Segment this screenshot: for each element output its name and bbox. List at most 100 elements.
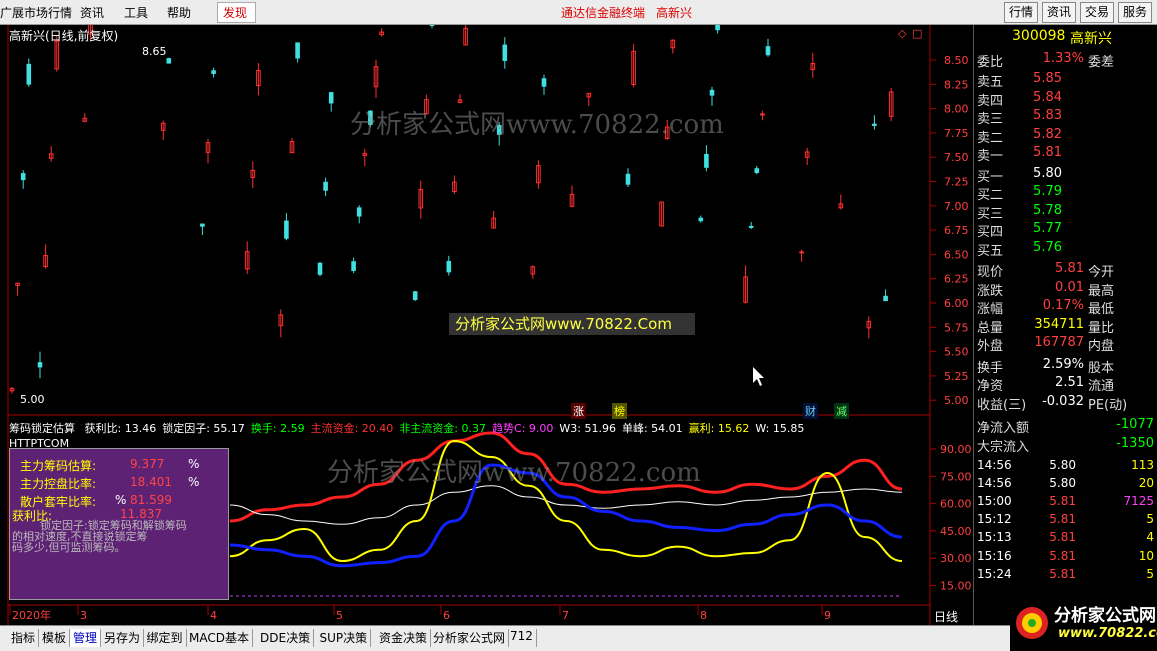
price-tick-label: 8.00 <box>944 103 969 116</box>
price-tick-label: 6.00 <box>944 297 969 310</box>
candle-body <box>625 173 631 185</box>
ask-price[interactable]: 5.84 <box>1006 90 1062 105</box>
stat-value: 2.59% <box>1042 356 1084 372</box>
watermark-bottom: 分析家公式网www.70822.com <box>327 458 701 488</box>
weibi-value: 1.33% <box>1042 51 1084 66</box>
tick-volume: 4 <box>1146 530 1154 545</box>
bottom-tab[interactable]: MACD基本 <box>186 629 253 647</box>
menu-tools[interactable]: 工具 <box>124 4 148 21</box>
diamond-icon[interactable]: ◇ <box>898 27 907 40</box>
bottom-tab[interactable]: 资金决策 <box>376 629 432 647</box>
tick-volume: 7125 <box>1123 493 1154 508</box>
bottom-tab[interactable]: 另存为 <box>101 629 145 647</box>
bid-price[interactable]: 5.77 <box>1006 221 1062 236</box>
tick-volume: 5 <box>1146 566 1154 581</box>
bid-price[interactable]: 5.80 <box>1006 166 1062 181</box>
chip-estimate-popup: 主力筹码估算: 9.377% 主力控盘比率: 18.401% 散户套牢比率: 81.5… <box>9 448 229 600</box>
netflow-label: 净流入额 <box>977 421 1030 436</box>
popup-value: 18.401 <box>130 475 172 489</box>
menu-discover[interactable]: 发现 <box>223 4 247 21</box>
tag-finance[interactable]: 财 <box>803 403 818 419</box>
logo-emblem-icon <box>1016 607 1048 639</box>
watermark-top: 分析家公式网www.70822.com <box>350 110 724 140</box>
bottom-tab[interactable]: 绑定到 <box>144 629 187 647</box>
popup-value: 9.377 <box>130 457 165 471</box>
candle-body <box>765 46 771 56</box>
bid-label: 买三 <box>977 206 1004 222</box>
indicator-tick-label: 60.00 <box>940 498 972 511</box>
news-button[interactable]: 资讯 <box>1042 2 1076 23</box>
candle-body <box>709 89 715 96</box>
tag-rank[interactable]: 榜 <box>612 403 627 419</box>
bottom-tab[interactable]: SUP决策 <box>317 629 372 647</box>
tick-time: 15:00 <box>977 493 1012 508</box>
ask-price[interactable]: 5.81 <box>1006 145 1062 160</box>
bottom-tab[interactable]: 712 <box>507 629 537 647</box>
popup-note-3: 码多少,但可监测筹码。 <box>12 541 126 554</box>
indicator-tick-label: 45.00 <box>940 525 972 538</box>
bottom-tab[interactable]: 指标 <box>8 629 40 647</box>
trade-button[interactable]: 交易 <box>1080 2 1114 23</box>
price-tick-label: 8.50 <box>944 54 969 67</box>
price-tick-label: 7.25 <box>944 176 969 189</box>
menu-market[interactable]: 广展市场行情 <box>0 4 72 21</box>
tick-price: 5.81 <box>1049 512 1076 527</box>
popup-label: 主力控盘比率: <box>20 477 97 491</box>
stat-label-right: PE(动) <box>1088 397 1128 413</box>
candle-body <box>37 362 43 368</box>
indicator-tick-label: 30.00 <box>940 552 972 565</box>
menu-help[interactable]: 帮助 <box>167 4 191 21</box>
ask-price[interactable]: 5.82 <box>1006 127 1062 142</box>
tick-volume: 5 <box>1146 512 1154 527</box>
price-tick-label: 7.75 <box>944 127 969 140</box>
indicator-value: 赢利: 15.62 <box>688 422 750 435</box>
popup-pct: % <box>188 457 200 471</box>
tick-time: 15:16 <box>977 548 1012 563</box>
candle-body <box>883 295 888 302</box>
candle-body <box>328 92 334 104</box>
indicator-tick-label: 15.00 <box>940 580 972 593</box>
stat-value: -0.032 <box>1042 393 1084 409</box>
bottom-tab[interactable]: DDE决策 <box>257 629 315 647</box>
menu-bar: 广展市场行情 资讯 工具 帮助 发现 通达信金融终端 高新兴 行情 资讯 交易 … <box>0 0 1157 25</box>
menu-news[interactable]: 资讯 <box>80 4 104 21</box>
app-window: 广展市场行情 资讯 工具 帮助 发现 通达信金融终端 高新兴 行情 资讯 交易 … <box>0 0 1157 651</box>
price-tick-label: 5.00 <box>944 394 969 407</box>
indicator-value: 主流资金: 20.40 <box>310 422 394 435</box>
bid-price[interactable]: 5.79 <box>1006 184 1062 199</box>
service-button[interactable]: 服务 <box>1118 2 1152 23</box>
logo-text: 分析家公式网 <box>1054 606 1156 626</box>
terminal-title: 通达信金融终端 <box>561 6 646 20</box>
ask-price[interactable]: 5.85 <box>1006 71 1062 86</box>
bottom-tab[interactable]: 模板 <box>39 629 71 647</box>
stat-label: 涨幅 <box>977 302 1004 317</box>
tick-price: 5.81 <box>1049 548 1076 563</box>
price-tick-label: 7.50 <box>944 151 969 164</box>
stat-label: 涨跌 <box>977 283 1004 299</box>
bottom-tab[interactable]: 分析家公式网 <box>430 629 510 647</box>
indicator-tick-label: 75.00 <box>940 470 972 483</box>
price-tick-label: 6.75 <box>944 224 969 237</box>
candle-body <box>200 223 205 227</box>
bid-price[interactable]: 5.76 <box>1006 240 1062 255</box>
tick-volume: 113 <box>1131 457 1154 472</box>
bottom-tab[interactable]: 管理 <box>70 629 102 647</box>
stat-label-right: 流通 <box>1088 379 1115 394</box>
candle-body <box>429 25 435 27</box>
square-icon[interactable]: □ <box>912 27 922 40</box>
bid-price[interactable]: 5.78 <box>1006 203 1062 218</box>
candle-body <box>284 220 289 239</box>
block-label: 大宗流入 <box>977 439 1030 455</box>
ask-label: 卖三 <box>977 112 1004 127</box>
candle-body <box>760 113 765 116</box>
ask-price[interactable]: 5.83 <box>1006 108 1062 123</box>
period-label[interactable]: 日线 <box>934 608 958 625</box>
tag-limit-up[interactable]: 涨 <box>571 403 586 419</box>
candle-body <box>502 44 508 61</box>
quote-button[interactable]: 行情 <box>1004 2 1038 23</box>
date-tick-label: 5 <box>336 609 343 622</box>
popup-value: 81.599 <box>130 493 172 507</box>
stat-value: 0.17% <box>1042 298 1084 313</box>
tag-reduce[interactable]: 减 <box>834 403 849 419</box>
indicator-value: W: 15.85 <box>755 422 805 435</box>
